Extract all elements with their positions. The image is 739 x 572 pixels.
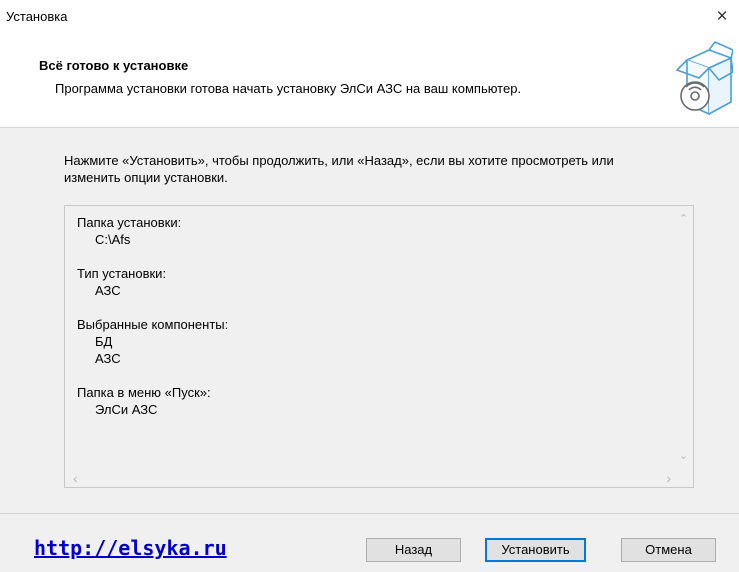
- summary-group-start-menu: Папка в меню «Пуск»: ЭлСи АЗС: [77, 384, 657, 418]
- horizontal-scrollbar[interactable]: ‹ ›: [65, 467, 675, 487]
- scroll-up-icon[interactable]: ⌃: [679, 212, 688, 225]
- summary-content: Папка установки: C:\Afs Тип установки: А…: [77, 214, 657, 435]
- scroll-left-icon[interactable]: ‹: [73, 470, 78, 486]
- window-title: Установка: [6, 9, 68, 24]
- summary-group-type: Тип установки: АЗС: [77, 265, 657, 299]
- install-button[interactable]: Установить: [485, 538, 586, 562]
- summary-value: ЭлСи АЗС: [95, 402, 158, 417]
- footer-divider: [0, 513, 739, 514]
- summary-label: Папка установки:: [77, 215, 182, 230]
- summary-group-components: Выбранные компоненты: БД АЗС: [77, 316, 657, 367]
- summary-value: БД: [95, 334, 113, 349]
- title-bar: Установка ×: [0, 0, 739, 34]
- summary-value: C:\Afs: [95, 232, 131, 247]
- installer-box-disc-icon: [675, 41, 733, 116]
- scroll-down-icon[interactable]: ⌄: [679, 449, 688, 462]
- vertical-scrollbar[interactable]: ⌃ ⌄: [675, 206, 693, 468]
- install-summary-memo[interactable]: Папка установки: C:\Afs Тип установки: А…: [64, 205, 694, 488]
- page-subtitle: Программа установки готова начать устано…: [55, 81, 522, 96]
- scroll-right-icon[interactable]: ›: [666, 470, 671, 486]
- summary-label: Выбранные компоненты:: [77, 317, 229, 332]
- page-title: Всё готово к установке: [39, 58, 189, 73]
- close-icon: ×: [716, 6, 728, 27]
- summary-value: АЗС: [95, 351, 121, 366]
- summary-label: Папка в меню «Пуск»:: [77, 385, 211, 400]
- summary-label: Тип установки:: [77, 266, 167, 281]
- instruction-text: Нажмите «Установить», чтобы продолжить, …: [64, 153, 614, 185]
- cancel-button[interactable]: Отмена: [621, 538, 716, 562]
- header-panel: Всё готово к установке Программа установ…: [0, 34, 739, 128]
- summary-value: АЗС: [95, 283, 121, 298]
- back-button[interactable]: Назад: [366, 538, 461, 562]
- close-button[interactable]: ×: [705, 0, 739, 34]
- summary-group-folder: Папка установки: C:\Afs: [77, 214, 657, 248]
- scrollbar-corner: [675, 467, 693, 487]
- website-link[interactable]: http://elsyka.ru: [34, 536, 227, 560]
